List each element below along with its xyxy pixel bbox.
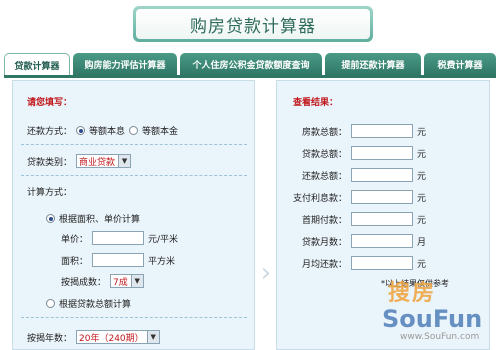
calc-by-total-label: 根据贷款总额计算 — [59, 300, 132, 310]
result-unit: 元 — [417, 127, 427, 138]
term-value: 20年（240期） — [79, 333, 144, 344]
result-label: 贷款月数： — [301, 237, 347, 248]
term-label: 按揭年数： — [27, 333, 73, 344]
loan-type-select[interactable]: 商业贷款 ▼ — [76, 154, 132, 168]
down-payment-output — [351, 212, 413, 226]
ratio-row: 按揭成数： 7成 ▼ — [61, 274, 144, 288]
result-label: 还款总额： — [301, 171, 347, 182]
loan-months-output — [351, 234, 413, 248]
repay-option-equal-installment: 等额本息 — [89, 127, 126, 137]
ratio-label: 按揭成数： — [61, 277, 107, 288]
title-banner: 购房贷款计算器 — [133, 6, 373, 42]
result-row: 首期付款： 元 — [281, 212, 426, 226]
input-panel: 请您填写： 还款方式： 等额本息 等额本金 贷款类别： 商业贷款 ▼ 计算方式：… — [12, 80, 255, 350]
result-row: 还款总额： 元 — [281, 168, 426, 182]
result-unit: 元 — [417, 149, 427, 160]
divider — [21, 175, 247, 176]
unit-price-unit: 元/平米 — [148, 234, 179, 245]
soufun-watermark-logo: SouFun — [382, 305, 483, 333]
input-heading: 请您填写： — [27, 98, 73, 108]
chevron-down-icon: ▼ — [130, 275, 143, 287]
chevron-down-icon: ▼ — [118, 155, 131, 167]
result-unit: 元 — [417, 215, 427, 226]
ratio-select[interactable]: 7成 ▼ — [110, 274, 144, 288]
chevron-right-icon: › — [260, 258, 272, 288]
repay-method-row: 还款方式： 等额本息 等额本金 — [27, 124, 178, 137]
area-row: 面积： 平方米 — [61, 253, 175, 267]
area-input[interactable] — [92, 253, 145, 267]
result-row: 支付利息款： 元 — [281, 190, 426, 204]
total-loan-output — [351, 146, 413, 160]
interest-paid-output — [351, 190, 413, 204]
calc-method-row: 计算方式： — [27, 185, 72, 198]
tab-affordability-calculator[interactable]: 购房能力评估计算器 — [73, 53, 177, 76]
result-label: 月均还款： — [301, 259, 347, 270]
loan-type-value: 商业贷款 — [79, 157, 116, 168]
calc-by-total-row: 根据贷款总额计算 — [46, 297, 131, 310]
result-row: 贷款总额： 元 — [281, 146, 426, 160]
result-label: 贷款总额： — [301, 149, 347, 160]
term-row: 按揭年数： 20年（240期） ▼ — [27, 330, 160, 344]
unit-price-row: 单价： 元/平米 — [61, 231, 178, 245]
total-repayment-output — [351, 168, 413, 182]
unit-price-input[interactable] — [92, 231, 145, 245]
unit-price-label: 单价： — [61, 234, 89, 245]
repay-option-equal-principal: 等额本金 — [142, 127, 179, 137]
repay-method-label: 还款方式： — [27, 127, 73, 137]
radio-equal-principal[interactable] — [129, 126, 139, 135]
result-label: 首期付款： — [301, 215, 347, 226]
result-unit: 元 — [417, 171, 427, 182]
ratio-value: 7成 — [113, 277, 128, 288]
soufun-watermark-url: www.SouFun.com — [400, 332, 480, 342]
area-unit: 平方米 — [148, 256, 176, 267]
page-title: 购房贷款计算器 — [136, 9, 370, 39]
result-unit: 元 — [417, 259, 427, 270]
result-unit: 月 — [417, 237, 427, 248]
result-row: 房款总额： 元 — [281, 124, 426, 138]
result-unit: 元 — [417, 193, 427, 204]
radio-equal-installment[interactable] — [76, 126, 86, 135]
result-row: 贷款月数： 月 — [281, 234, 426, 248]
area-label: 面积： — [61, 256, 89, 267]
term-select[interactable]: 20年（240期） ▼ — [76, 330, 160, 344]
loan-type-row: 贷款类别： 商业贷款 ▼ — [27, 154, 132, 168]
tab-loan-calculator[interactable]: 贷款计算器 — [4, 53, 70, 76]
tab-underline — [4, 75, 496, 78]
result-label: 房款总额： — [301, 127, 347, 138]
radio-calc-by-total[interactable] — [46, 299, 55, 308]
total-house-price-output — [351, 124, 413, 138]
calc-method-label: 计算方式： — [27, 188, 73, 198]
result-heading: 查看结果： — [293, 98, 339, 108]
calc-by-area-label: 根据面积、单价计算 — [59, 215, 141, 225]
result-label: 支付利息款： — [292, 193, 347, 204]
chevron-down-icon: ▼ — [146, 331, 159, 343]
calc-by-area-row: 根据面积、单价计算 — [46, 212, 140, 225]
loan-type-label: 贷款类别： — [27, 157, 73, 168]
tab-prepayment-calculator[interactable]: 提前还款计算器 — [325, 53, 421, 76]
monthly-payment-output — [351, 256, 413, 270]
divider — [21, 144, 247, 145]
divider — [21, 317, 247, 318]
result-row: 月均还款： 元 — [281, 256, 426, 270]
tab-provident-fund-query[interactable]: 个人住房公积金贷款额度查询 — [180, 53, 322, 76]
radio-calc-by-area[interactable] — [46, 214, 55, 223]
tab-bar: 贷款计算器 购房能力评估计算器 个人住房公积金贷款额度查询 提前还款计算器 税费… — [4, 53, 496, 76]
soufun-watermark-cn: 搜房 — [388, 281, 437, 306]
tab-tax-calculator[interactable]: 税费计算器 — [424, 53, 496, 76]
